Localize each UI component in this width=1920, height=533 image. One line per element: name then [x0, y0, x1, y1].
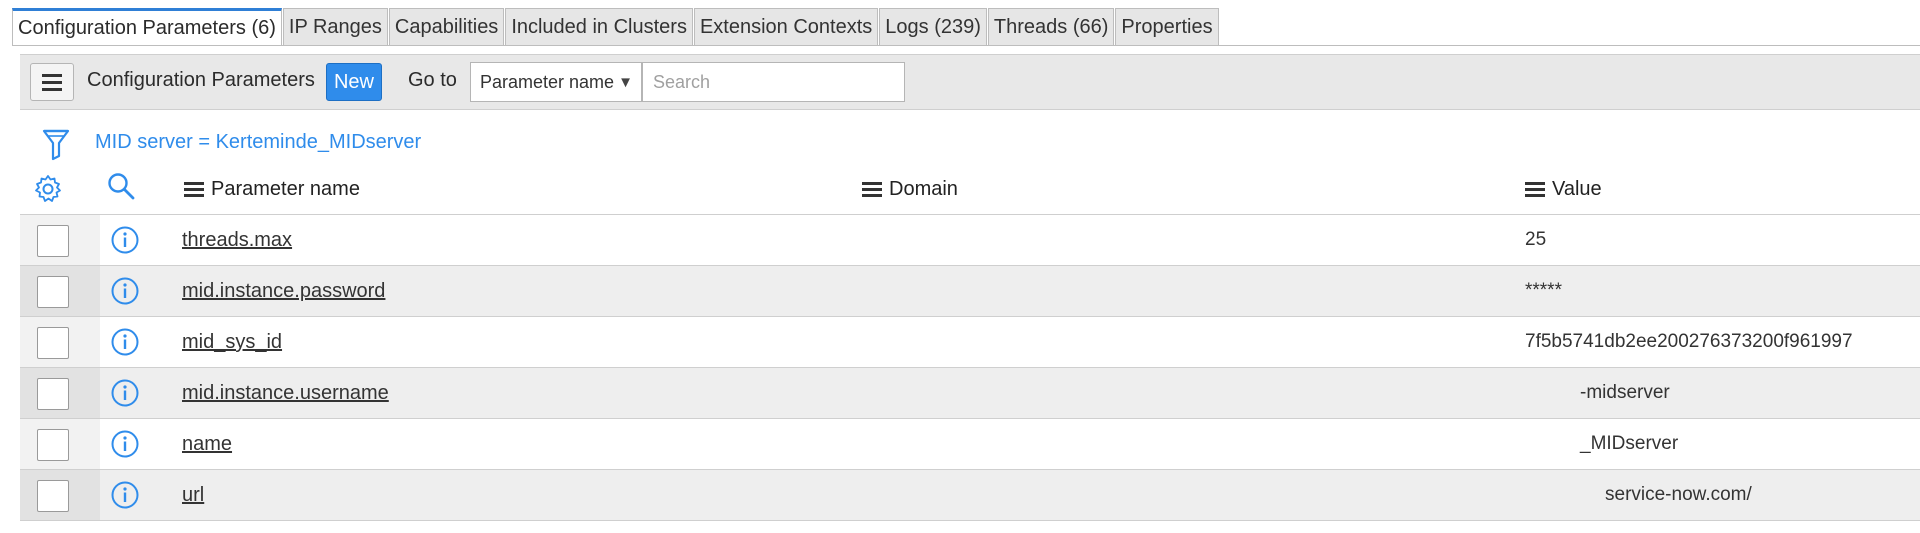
- parameter-name-link[interactable]: mid.instance.username: [182, 382, 389, 405]
- table-row: threads.max 25: [20, 215, 1920, 266]
- column-menu-icon[interactable]: [862, 182, 882, 197]
- info-circle-icon[interactable]: [110, 225, 140, 261]
- goto-label: Go to: [408, 69, 457, 91]
- info-circle-icon[interactable]: [110, 480, 140, 516]
- row-checkbox[interactable]: [37, 480, 69, 512]
- list-menu-button[interactable]: [30, 63, 74, 101]
- row-checkbox[interactable]: [37, 225, 69, 257]
- info-circle-icon[interactable]: [110, 429, 140, 465]
- related-list-tabs: Configuration Parameters (6) IP Ranges C…: [12, 8, 1220, 46]
- column-menu-icon[interactable]: [1525, 182, 1545, 197]
- column-header-domain[interactable]: Domain: [862, 178, 958, 201]
- filter-condition-link[interactable]: MID server = Kerteminde_MIDserver: [95, 131, 421, 154]
- column-header-label: Value: [1552, 178, 1602, 200]
- table-row: mid.instance.username -midserver: [20, 368, 1920, 419]
- parameter-value: -midserver: [1580, 382, 1670, 403]
- funnel-icon[interactable]: [42, 128, 70, 168]
- gear-icon[interactable]: [33, 174, 63, 210]
- column-header-label: Parameter name: [211, 178, 360, 200]
- column-header-value[interactable]: Value: [1525, 178, 1602, 201]
- new-button[interactable]: New: [326, 63, 382, 101]
- parameter-list: threads.max 25 mid.instance.password ***…: [20, 215, 1920, 521]
- parameter-name-link[interactable]: threads.max: [182, 229, 292, 252]
- tabs-divider: [12, 45, 1920, 46]
- table-row: name _MIDserver: [20, 419, 1920, 470]
- parameter-value: 7f5b5741db2ee200276373200f961997: [1525, 331, 1853, 352]
- column-header-label: Domain: [889, 178, 958, 200]
- table-row: mid.instance.password *****: [20, 266, 1920, 317]
- row-checkbox[interactable]: [37, 327, 69, 359]
- list-toolbar: Configuration Parameters New Go to Param…: [20, 54, 1920, 110]
- row-checkbox[interactable]: [37, 429, 69, 461]
- row-checkbox[interactable]: [37, 276, 69, 308]
- goto-field-selected: Parameter name: [480, 71, 615, 92]
- info-circle-icon[interactable]: [110, 327, 140, 363]
- tab-logs[interactable]: Logs (239): [879, 8, 987, 46]
- parameter-name-link[interactable]: url: [182, 484, 204, 507]
- row-checkbox[interactable]: [37, 378, 69, 410]
- caret-down-icon: ▼: [618, 73, 633, 91]
- tab-threads[interactable]: Threads (66): [987, 8, 1115, 46]
- parameter-value: 25: [1525, 229, 1547, 250]
- tab-properties[interactable]: Properties: [1115, 8, 1219, 46]
- info-circle-icon[interactable]: [110, 276, 140, 312]
- column-header-parameter-name[interactable]: Parameter name: [184, 178, 360, 201]
- table-row: mid_sys_id 7f5b5741db2ee200276373200f961…: [20, 317, 1920, 368]
- parameter-value: service-now.com/: [1605, 484, 1752, 505]
- search-icon[interactable]: [106, 171, 136, 207]
- tab-extension-contexts[interactable]: Extension Contexts: [693, 8, 879, 46]
- parameter-value: *****: [1525, 280, 1562, 301]
- table-row: url service-now.com/: [20, 470, 1920, 521]
- tab-capabilities[interactable]: Capabilities: [388, 8, 505, 46]
- goto-field-select[interactable]: Parameter name ▼: [470, 62, 642, 102]
- tab-included-in-clusters[interactable]: Included in Clusters: [505, 8, 693, 46]
- parameter-name-link[interactable]: mid_sys_id: [182, 331, 282, 354]
- tab-ip-ranges[interactable]: IP Ranges: [282, 8, 388, 46]
- info-circle-icon[interactable]: [110, 378, 140, 414]
- list-title: Configuration Parameters: [87, 69, 315, 91]
- parameter-name-link[interactable]: mid.instance.password: [182, 280, 385, 303]
- column-menu-icon[interactable]: [184, 182, 204, 197]
- parameter-name-link[interactable]: name: [182, 433, 232, 456]
- search-input[interactable]: [642, 62, 905, 102]
- hamburger-icon: [42, 73, 62, 77]
- parameter-value: _MIDserver: [1580, 433, 1679, 454]
- tab-configuration-parameters[interactable]: Configuration Parameters (6): [12, 8, 282, 46]
